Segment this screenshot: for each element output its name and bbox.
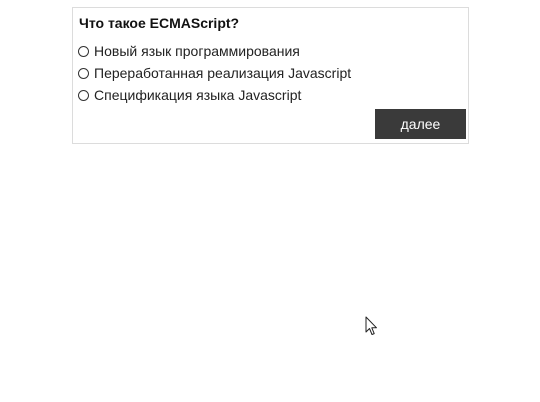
radio-button[interactable] [78,67,89,79]
answer-option-label: Спецификация языка Javascript [94,87,302,103]
answer-option[interactable]: Переработанная реализация Javascript [78,62,351,84]
next-button[interactable]: далее [375,109,466,139]
radio-button[interactable] [78,89,89,101]
question-title: Что такое ECMAScript? [79,15,240,31]
radio-button[interactable] [78,45,89,57]
answer-options: Новый язык программирования Переработанн… [78,40,351,106]
answer-option-label: Переработанная реализация Javascript [94,65,352,81]
answer-option[interactable]: Новый язык программирования [78,40,351,62]
mouse-pointer-icon [365,316,377,335]
answer-option-label: Новый язык программирования [94,43,300,59]
answer-option[interactable]: Спецификация языка Javascript [78,84,351,106]
quiz-card: Что такое ECMAScript? Новый язык програм… [72,7,469,144]
